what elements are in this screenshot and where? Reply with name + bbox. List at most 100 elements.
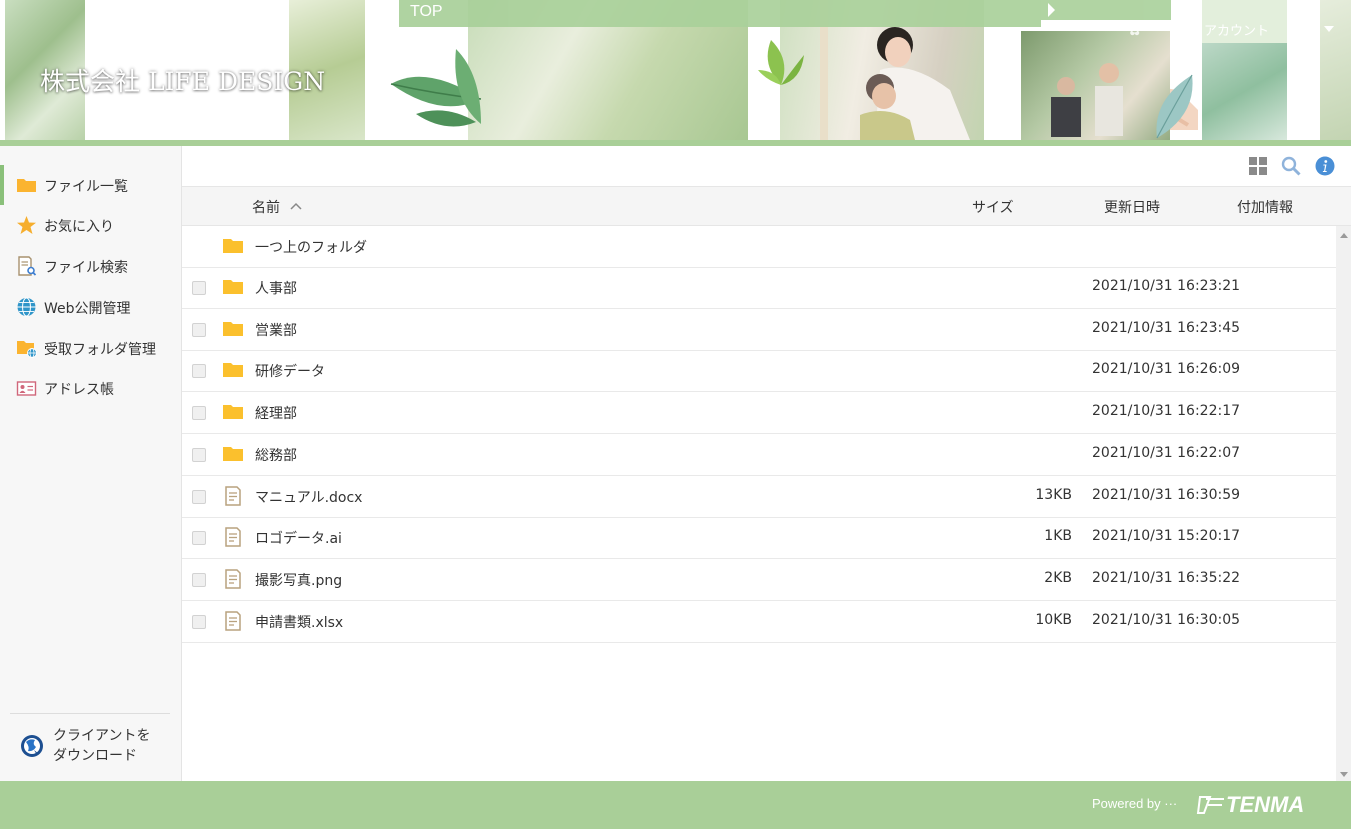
receive-folder-icon: [17, 341, 37, 358]
account-label: アカウント: [1204, 24, 1270, 39]
tenma-logo-text: TENMA: [1226, 792, 1305, 817]
folder-icon: [17, 179, 36, 192]
folder-icon: [223, 321, 243, 336]
file-icon: [225, 485, 241, 506]
file-name: マニュアル.docx: [255, 489, 363, 506]
table-row[interactable]: 人事部 2021/10/31 16:23:21: [182, 267, 1336, 309]
column-header-size[interactable]: サイズ: [972, 197, 1014, 217]
file-name: 研修データ: [255, 364, 325, 381]
star-icon: [17, 216, 36, 234]
sort-ascending-icon[interactable]: [290, 200, 302, 212]
client-download-line1: クライアントを: [53, 728, 151, 744]
search-button[interactable]: [1281, 156, 1301, 176]
file-modified-date: 2021/10/31 15:20:17: [1092, 528, 1241, 545]
company-name: 株式会社 LIFE DESIGN: [40, 67, 326, 96]
file-name: 営業部: [255, 322, 297, 339]
file-name: 撮影写真.png: [255, 572, 343, 589]
tenma-logo-icon: [1196, 796, 1224, 814]
sidebar-item-receive-folder[interactable]: 受取フォルダ管理: [0, 328, 181, 368]
sidebar-item-file-search[interactable]: ファイル検索: [0, 246, 181, 286]
settings-icon[interactable]: ✿: [1128, 20, 1141, 39]
table-row[interactable]: マニュアル.docx 13KB 2021/10/31 16:30:59: [182, 476, 1336, 518]
footer: Powered by ··· TENMA: [0, 781, 1351, 829]
table-row[interactable]: ロゴデータ.ai 1KB 2021/10/31 15:20:17: [182, 517, 1336, 560]
banner-photo: [1202, 43, 1287, 140]
globe-icon: [17, 297, 36, 317]
parent-folder-label: 一つ上のフォルダ: [255, 240, 367, 256]
header-banner: 株式会社 LIFE DESIGN TOP ✿ アカウント: [0, 0, 1351, 146]
client-download-line2: ダウンロード: [53, 748, 137, 764]
row-checkbox[interactable]: [192, 572, 206, 587]
file-modified-date: 2021/10/31 16:35:22: [1092, 569, 1241, 586]
scroll-down-arrow[interactable]: [1340, 772, 1348, 777]
sidebar-item-label: お気に入り: [44, 219, 114, 235]
grid-view-icon: [1249, 157, 1267, 175]
sidebar-item-address-book[interactable]: アドレス帳: [0, 368, 181, 408]
table-row[interactable]: 経理部 2021/10/31 16:22:17: [182, 392, 1336, 435]
file-modified-date: 2021/10/31 16:22:07: [1092, 444, 1241, 461]
elderly-care-illustration: [1051, 63, 1123, 137]
folder-icon: [223, 280, 243, 294]
row-checkbox[interactable]: [192, 322, 206, 337]
row-checkbox[interactable]: [192, 531, 206, 546]
column-header-extra[interactable]: 付加情報: [1237, 197, 1293, 217]
account-button[interactable]: アカウント: [1202, 0, 1287, 43]
parent-folder-row[interactable]: 一つ上のフォルダ: [182, 226, 1336, 268]
table-row[interactable]: 総務部 2021/10/31 16:22:07: [182, 434, 1336, 476]
client-download-button[interactable]: クライアントを ダウンロード: [0, 716, 181, 780]
sidebar: ファイル一覧 お気に入り ファイル検索 Web公開管理 受取フォルダ管理 アドレ…: [0, 146, 182, 781]
sidebar-item-label: ファイル一覧: [44, 179, 128, 195]
file-modified-date: 2021/10/31 16:23:21: [1092, 278, 1241, 294]
file-name: ロゴデータ.ai: [255, 531, 342, 548]
leaf-decoration: [1156, 74, 1193, 139]
row-checkbox[interactable]: [192, 489, 206, 504]
grid-view-button[interactable]: [1248, 156, 1268, 176]
file-size: 10KB: [1035, 611, 1072, 628]
nav-arrow-button[interactable]: [1041, 0, 1171, 20]
address-book-icon: [16, 381, 37, 396]
file-name: 申請書類.xlsx: [255, 614, 344, 631]
column-header-modified[interactable]: 更新日時: [1104, 197, 1160, 217]
file-name: 経理部: [255, 406, 297, 423]
scrollbar[interactable]: [1336, 226, 1351, 781]
column-header-name[interactable]: 名前: [252, 197, 280, 217]
leaf-decoration: [390, 49, 482, 127]
file-size: 1KB: [1044, 528, 1072, 545]
table-row[interactable]: 撮影写真.png 2KB 2021/10/31 16:35:22: [182, 559, 1336, 601]
file-icon: [225, 610, 241, 631]
sidebar-item-label: 受取フォルダ管理: [44, 342, 156, 358]
row-checkbox[interactable]: [192, 364, 206, 379]
row-checkbox[interactable]: [192, 406, 206, 421]
toolbar: [182, 146, 1351, 186]
file-modified-date: 2021/10/31 16:23:45: [1092, 319, 1241, 336]
table-row[interactable]: 営業部 2021/10/31 16:23:45: [182, 309, 1336, 351]
file-icon: [225, 527, 241, 547]
table-row[interactable]: 申請書類.xlsx 10KB 2021/10/31 16:30:05: [182, 601, 1336, 643]
banner-photo: [1021, 31, 1170, 140]
file-list-header: 名前 サイズ 更新日時 付加情報: [182, 186, 1351, 226]
file-modified-date: 2021/10/31 16:26:09: [1092, 361, 1241, 378]
row-checkbox[interactable]: [192, 447, 206, 462]
sidebar-item-file-list[interactable]: ファイル一覧: [0, 165, 181, 205]
info-button[interactable]: [1315, 156, 1335, 176]
sidebar-item-favorites[interactable]: お気に入り: [0, 205, 181, 245]
download-globe-icon: [21, 735, 43, 757]
folder-icon: [223, 446, 243, 461]
banner-photo: [1320, 0, 1351, 140]
table-row[interactable]: 研修データ 2021/10/31 16:26:09: [182, 350, 1336, 393]
row-checkbox[interactable]: [192, 281, 206, 295]
row-checkbox[interactable]: [192, 614, 206, 629]
info-icon: [1315, 156, 1335, 176]
sidebar-item-web-publish[interactable]: Web公開管理: [0, 287, 181, 327]
scroll-up-arrow[interactable]: [1340, 233, 1348, 238]
file-size: 13KB: [1035, 486, 1072, 503]
file-name: 総務部: [255, 447, 297, 464]
file-modified-date: 2021/10/31 16:22:17: [1092, 403, 1241, 420]
chevron-down-icon[interactable]: [1324, 26, 1334, 32]
file-modified-date: 2021/10/31 16:30:05: [1092, 611, 1241, 628]
file-search-icon: [18, 256, 37, 276]
search-icon: [1281, 156, 1301, 176]
top-nav-link[interactable]: TOP: [399, 0, 1041, 27]
sidebar-item-label: ファイル検索: [44, 260, 128, 276]
powered-by-text: Powered by ···: [1092, 796, 1178, 811]
